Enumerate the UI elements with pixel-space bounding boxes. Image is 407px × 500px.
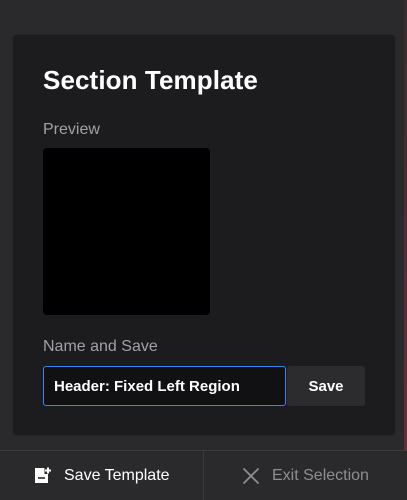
save-button[interactable]: Save [287, 366, 365, 406]
name-and-save-label: Name and Save [43, 338, 158, 355]
close-icon [242, 467, 260, 485]
save-template-label: Save Template [64, 466, 170, 484]
section-template-panel: Section Template Preview Name and Save S… [13, 35, 395, 435]
panel-title: Section Template [43, 65, 258, 95]
exit-selection-button[interactable]: Exit Selection [242, 451, 369, 500]
save-template-button[interactable]: Save Template [32, 451, 170, 500]
bottom-action-bar: Save Template Exit Selection [0, 450, 407, 500]
template-name-input[interactable] [43, 366, 286, 406]
document-add-icon [32, 466, 52, 486]
preview-label: Preview [43, 121, 100, 138]
template-preview [43, 148, 210, 315]
bottom-bar-divider [203, 451, 204, 500]
exit-selection-label: Exit Selection [272, 466, 369, 484]
